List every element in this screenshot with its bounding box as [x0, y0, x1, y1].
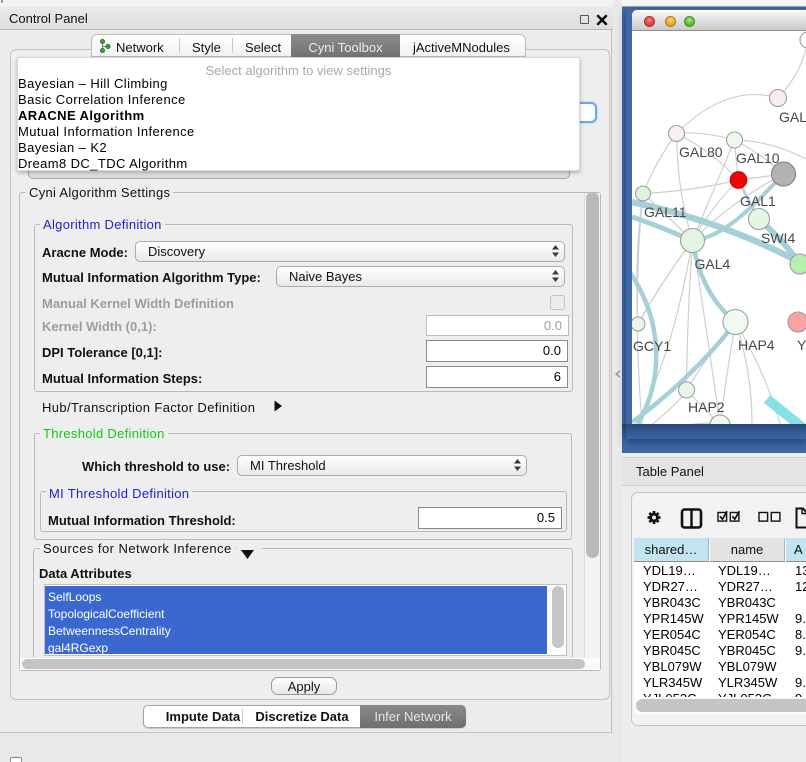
svg-text:SWI4: SWI4	[761, 230, 795, 246]
svg-text:GAL1: GAL1	[740, 193, 776, 209]
svg-text:GCY1: GCY1	[633, 338, 671, 354]
svg-text:HAP4: HAP4	[738, 337, 775, 353]
svg-text:GAL4: GAL4	[695, 256, 731, 272]
svg-text:GAL10: GAL10	[736, 150, 780, 166]
svg-text:Y: Y	[797, 337, 806, 353]
svg-text:GAL80: GAL80	[679, 144, 723, 160]
svg-text:GAL2: GAL2	[779, 109, 806, 125]
svg-text:GAL11: GAL11	[644, 204, 687, 220]
svg-text:HAP2: HAP2	[688, 399, 725, 415]
